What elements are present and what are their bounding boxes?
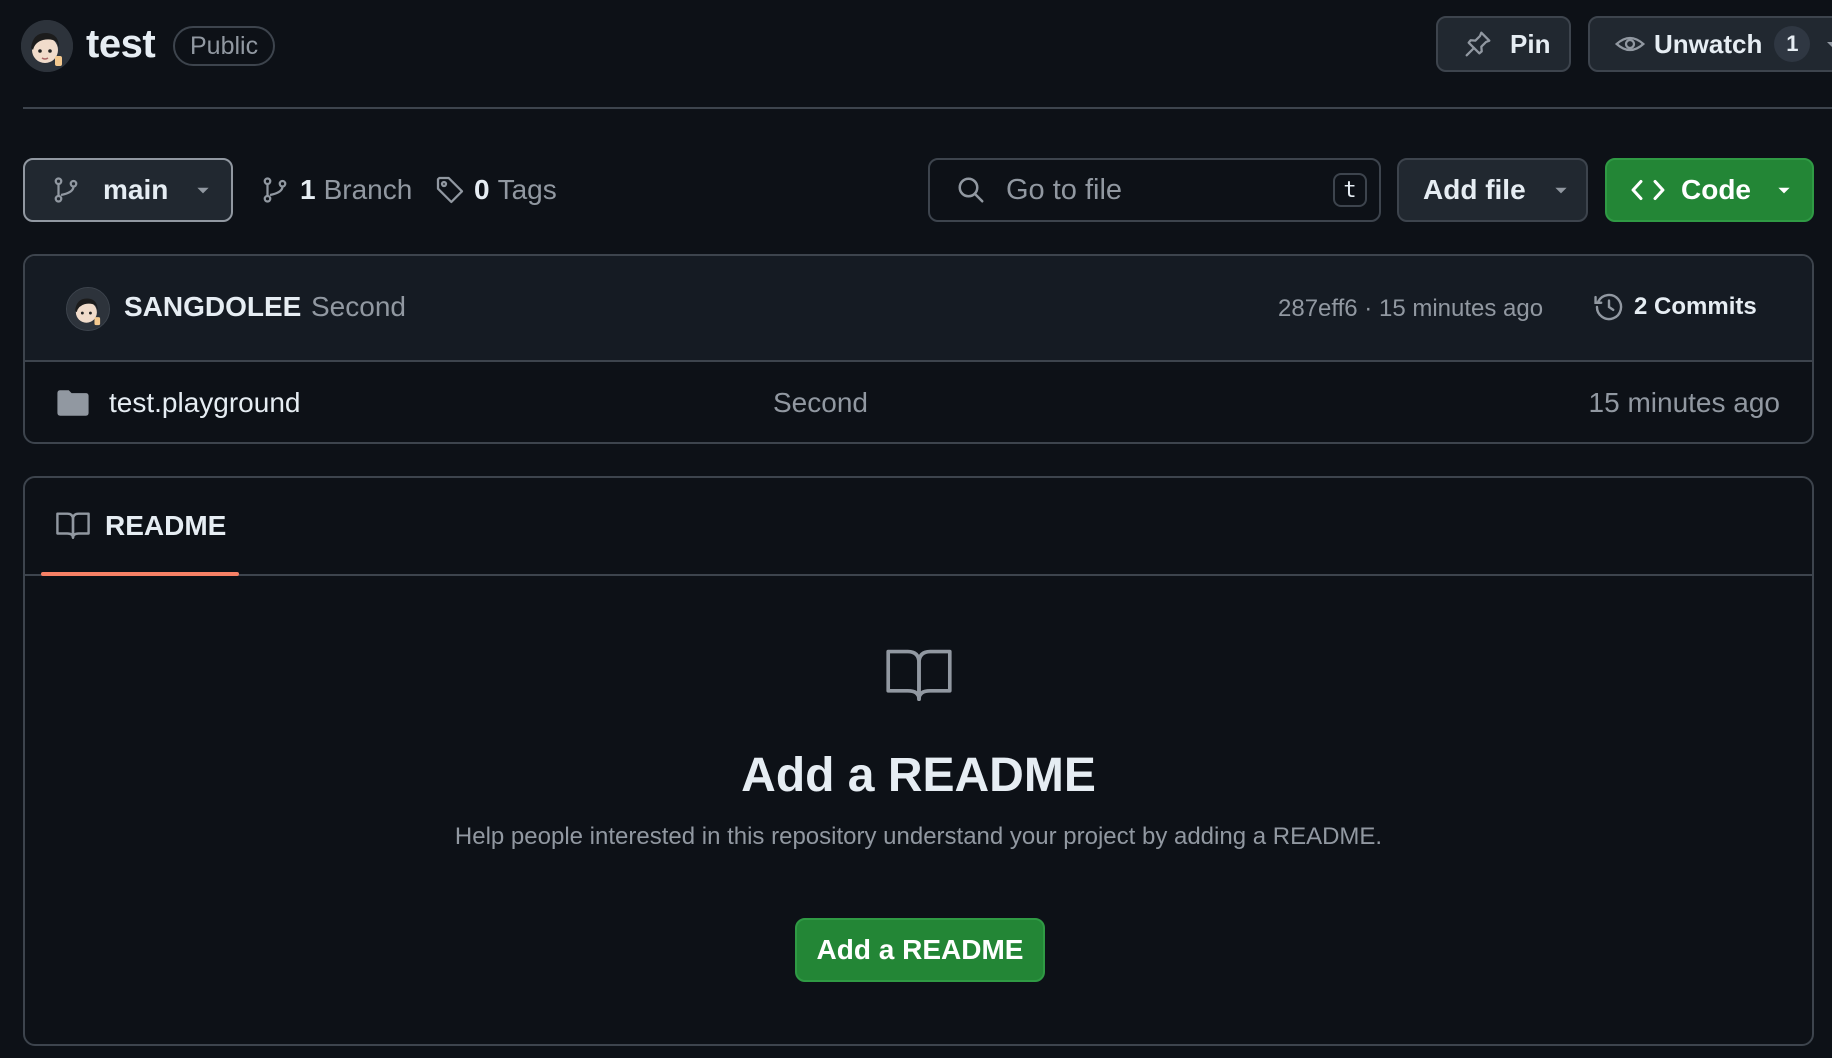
file-name[interactable]: test.playground <box>109 387 300 419</box>
owner-avatar[interactable] <box>21 20 73 72</box>
empty-readme-title: Add a README <box>741 749 1096 802</box>
branch-name: main <box>103 174 169 205</box>
commits-count: 2 Commits <box>1634 293 1757 320</box>
branch-count-label: Branch <box>323 174 413 205</box>
add-file-label: Add file <box>1423 174 1526 205</box>
readme-tab[interactable]: README <box>41 478 239 576</box>
tags-link[interactable]: 0 Tags <box>434 172 557 208</box>
branch-count: 1 <box>300 174 316 205</box>
commits-link[interactable]: 2 Commits <box>1592 290 1757 324</box>
commit-message[interactable]: Second <box>311 291 406 323</box>
header-divider <box>23 107 1832 109</box>
search-placeholder: Go to file <box>1006 173 1123 206</box>
eye-icon <box>1614 28 1646 60</box>
file-commit-time: 15 minutes ago <box>1588 387 1780 418</box>
unwatch-label: Unwatch <box>1654 28 1763 59</box>
pin-icon <box>1462 28 1494 60</box>
readme-tab-label: README <box>105 510 227 541</box>
chevron-down-icon <box>1552 181 1570 199</box>
add-readme-button[interactable]: Add a README <box>795 918 1045 982</box>
history-icon <box>1592 290 1626 324</box>
visibility-badge: Public <box>173 26 276 66</box>
search-icon <box>956 175 986 205</box>
pin-button[interactable]: Pin <box>1436 16 1571 72</box>
git-branch-icon <box>260 175 290 205</box>
code-icon <box>1631 175 1665 205</box>
tag-icon <box>434 174 466 206</box>
chevron-down-icon <box>194 181 212 199</box>
watch-count: 1 <box>1774 26 1811 62</box>
git-branch-icon <box>51 175 81 205</box>
file-row[interactable]: test.playground Second 15 minutes ago <box>25 362 1812 442</box>
tag-count: 0 <box>474 174 490 205</box>
readme-panel: README Add a README Help people interest… <box>23 476 1814 1046</box>
shortcut-key: t <box>1333 173 1367 207</box>
tag-count-label: Tags <box>497 174 557 205</box>
book-icon <box>56 510 90 540</box>
readme-tabbar: README <box>25 478 1812 576</box>
repo-name[interactable]: test <box>86 22 156 67</box>
active-tab-indicator <box>41 572 239 576</box>
branch-selector[interactable]: main <box>23 158 233 222</box>
chevron-down-icon <box>1775 181 1793 199</box>
file-browser: SANGDOLEE Second 287eff6 · 15 minutes ag… <box>23 254 1814 444</box>
empty-book-icon <box>885 646 953 702</box>
add-file-button[interactable]: Add file <box>1397 158 1588 222</box>
folder-icon <box>56 388 90 418</box>
file-commit-message[interactable]: Second <box>773 387 868 419</box>
code-button[interactable]: Code <box>1605 158 1814 222</box>
go-to-file-search[interactable]: Go to file t <box>928 158 1381 222</box>
commit-author[interactable]: SANGDOLEE <box>124 291 301 323</box>
code-label: Code <box>1681 174 1751 205</box>
commit-hash-time[interactable]: 287eff6 · 15 minutes ago <box>1278 295 1543 323</box>
author-avatar[interactable] <box>66 287 110 331</box>
latest-commit-row: SANGDOLEE Second 287eff6 · 15 minutes ag… <box>25 256 1812 362</box>
branches-link[interactable]: 1 Branch <box>260 172 412 208</box>
empty-readme-description: Help people interested in this repositor… <box>454 823 1383 850</box>
unwatch-button[interactable]: Unwatch 1 <box>1588 16 1832 72</box>
chevron-down-icon <box>1824 36 1832 52</box>
pin-label: Pin <box>1510 28 1551 59</box>
